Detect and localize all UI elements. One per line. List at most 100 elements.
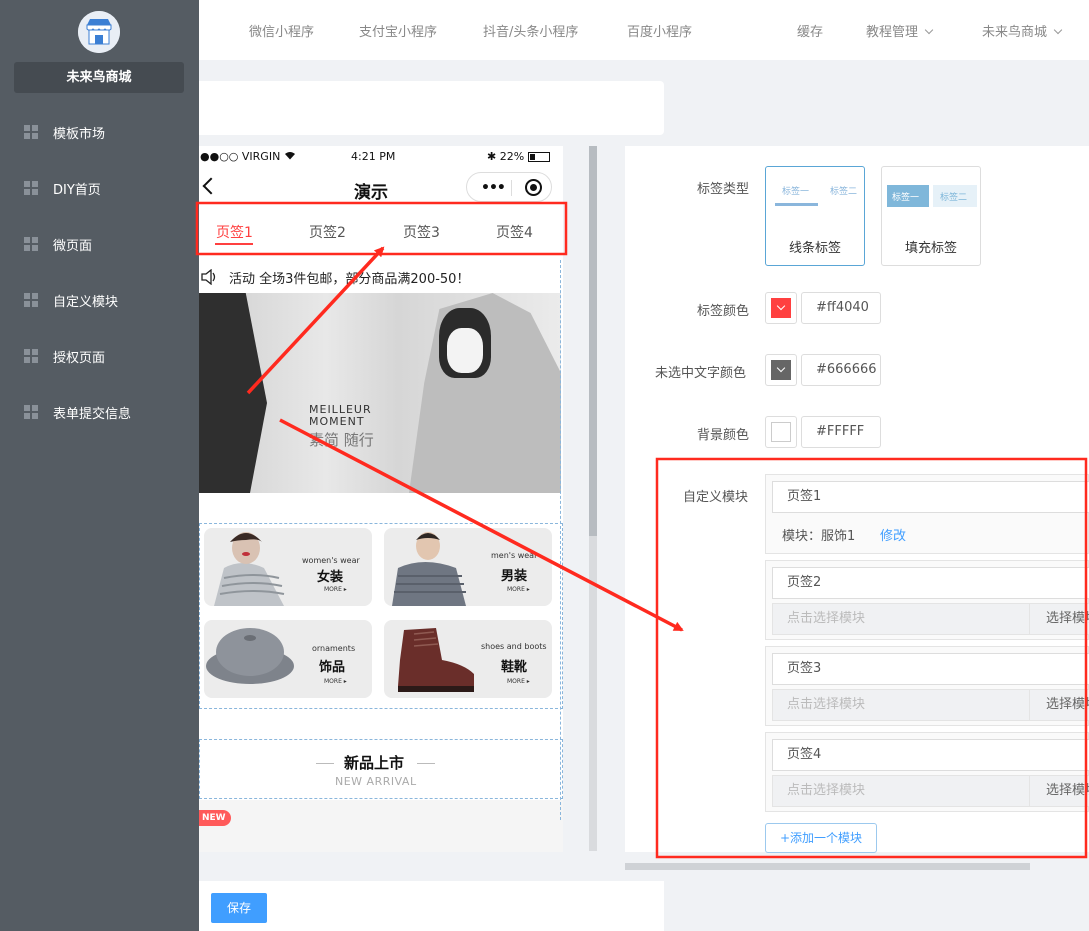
phone-tab-1[interactable]: 页签1 bbox=[216, 222, 253, 242]
grid-icon bbox=[24, 237, 38, 251]
sidebar-item-auth-page[interactable]: 授权页面 bbox=[0, 336, 199, 376]
bg-color-input[interactable]: #FFFFF bbox=[801, 416, 881, 448]
sidebar-item-label: 授权页面 bbox=[53, 350, 106, 366]
new-arrival-en: NEW ARRIVAL bbox=[335, 775, 417, 788]
category-more: MORE ▸ bbox=[324, 678, 347, 685]
module-select-input[interactable]: 点击选择模块 bbox=[772, 689, 1030, 721]
category-cn: 饰品 bbox=[319, 660, 346, 675]
nav-wechat-miniprogram[interactable]: 微信小程序 bbox=[249, 21, 314, 40]
mini-tab-2: 标签二 bbox=[830, 187, 858, 197]
grid-icon bbox=[24, 125, 38, 139]
sidebar: 未来鸟商城 模板市场 DIY首页 微页面 自定义模块 授权页面 表单提交信息 bbox=[0, 0, 199, 931]
category-womens-wear[interactable]: women's wear 女装 MORE ▸ bbox=[200, 524, 376, 610]
more-dots-icon[interactable]: ••• bbox=[481, 180, 506, 196]
shoes-image bbox=[398, 628, 474, 692]
add-module-button[interactable]: +添加一个模块 bbox=[765, 823, 877, 853]
sidebar-item-template-market[interactable]: 模板市场 bbox=[0, 112, 199, 152]
category-grid: women's wear 女装 MORE ▸ men's wear 男装 MOR… bbox=[199, 523, 563, 709]
category-cn: 鞋靴 bbox=[501, 660, 528, 675]
status-carrier: ●●○○ VIRGIN bbox=[200, 150, 296, 163]
tab-active-underline bbox=[215, 243, 253, 245]
unselected-color-input[interactable]: #666666 bbox=[801, 354, 881, 386]
tag-type-line[interactable]: 标签一 标签二 线条标签 bbox=[765, 166, 865, 266]
tag-color-picker[interactable] bbox=[765, 292, 797, 324]
nav-baidu-miniprogram[interactable]: 百度小程序 bbox=[627, 21, 692, 40]
shop-logo-icon bbox=[78, 11, 120, 53]
status-time: 4:21 PM bbox=[351, 150, 396, 163]
scrollbar-thumb[interactable] bbox=[589, 146, 597, 536]
module-select-button[interactable]: 选择模块 bbox=[1029, 775, 1089, 807]
phone-tab-2[interactable]: 页签2 bbox=[309, 222, 346, 242]
settings-panel: 标签类型 标签一 标签二 线条标签 标签一 标签二 填充标签 标签颜色 #ff4… bbox=[625, 146, 1089, 853]
carrier-text: ●●○○ VIRGIN bbox=[200, 150, 281, 163]
grid-icon bbox=[24, 405, 38, 419]
module-tab-name-input[interactable]: 页签2 bbox=[772, 567, 1089, 599]
category-more: MORE ▸ bbox=[324, 586, 347, 593]
phone-tab-4[interactable]: 页签4 bbox=[496, 222, 533, 242]
module-select-input[interactable]: 点击选择模块 bbox=[772, 603, 1030, 635]
sidebar-item-label: 自定义模块 bbox=[53, 294, 119, 310]
module-edit-link[interactable]: 修改 bbox=[880, 525, 906, 544]
save-button[interactable]: 保存 bbox=[211, 893, 267, 923]
battery-percent: 22% bbox=[499, 150, 525, 163]
panel-horizontal-scrollbar[interactable] bbox=[625, 863, 1030, 870]
nav-store-label: 未来鸟商城 bbox=[982, 25, 1048, 40]
banner-text-cn: 素简 随行 bbox=[309, 431, 374, 449]
module-item-3: 页签3 点击选择模块 选择模块 bbox=[765, 646, 1089, 726]
nav-tutorial-label: 教程管理 bbox=[866, 25, 919, 40]
chevron-down-icon bbox=[1053, 25, 1063, 35]
nav-cache[interactable]: 缓存 bbox=[797, 21, 823, 40]
module-tab-name-input[interactable]: 页签3 bbox=[772, 653, 1089, 685]
module-select-input[interactable]: 点击选择模块 bbox=[772, 775, 1030, 807]
nav-alipay-miniprogram[interactable]: 支付宝小程序 bbox=[359, 21, 437, 40]
miniprogram-capsule[interactable]: ••• bbox=[466, 172, 552, 202]
nav-tutorial-menu[interactable]: 教程管理 bbox=[866, 21, 934, 40]
new-arrival-title[interactable]: 新品上市 NEW ARRIVAL bbox=[199, 739, 563, 799]
module-assigned: 模块：服饰1 bbox=[782, 525, 855, 544]
tag-color-input[interactable]: #ff4040 bbox=[801, 292, 881, 324]
top-nav: 微信小程序 支付宝小程序 抖音/头条小程序 百度小程序 缓存 教程管理 未来鸟商… bbox=[199, 0, 1089, 60]
category-ornaments[interactable]: ornaments 饰品 MORE ▸ bbox=[200, 616, 376, 702]
sidebar-item-diy-home[interactable]: DIY首页 bbox=[0, 168, 199, 208]
category-en: shoes and boots bbox=[481, 642, 547, 651]
category-shoes-boots[interactable]: shoes and boots 鞋靴 MORE ▸ bbox=[380, 616, 556, 702]
mini-underline bbox=[775, 203, 818, 206]
tag-type-caption: 线条标签 bbox=[788, 241, 841, 256]
nav-store-menu[interactable]: 未来鸟商城 bbox=[982, 21, 1063, 40]
tag-type-fill[interactable]: 标签一 标签二 填充标签 bbox=[881, 166, 981, 266]
status-battery: ✱ 22% bbox=[487, 150, 550, 163]
grid-icon bbox=[24, 181, 38, 195]
banner-image[interactable]: MEILLEUR MOMENT 素简 随行 bbox=[199, 293, 561, 493]
module-select-button[interactable]: 选择模块 bbox=[1029, 689, 1089, 721]
mini-tab-1: 标签一 bbox=[892, 193, 920, 203]
back-arrow-icon[interactable] bbox=[202, 177, 220, 195]
sidebar-item-label: DIY首页 bbox=[53, 182, 101, 198]
category-en: ornaments bbox=[312, 644, 356, 653]
sidebar-item-label: 模板市场 bbox=[53, 126, 106, 142]
new-badge: NEW bbox=[199, 810, 231, 826]
shop-name[interactable]: 未来鸟商城 bbox=[14, 62, 184, 93]
banner-text-en: MEILLEUR MOMENT bbox=[309, 403, 372, 428]
sidebar-item-label: 表单提交信息 bbox=[53, 406, 132, 422]
module-tab-name-input[interactable]: 页签1 bbox=[772, 481, 1089, 513]
module-prefix: 模块： bbox=[782, 529, 822, 544]
module-tab-name-input[interactable]: 页签4 bbox=[772, 739, 1089, 771]
banner-face bbox=[447, 328, 483, 373]
bg-color-picker[interactable] bbox=[765, 416, 797, 448]
category-mens-wear[interactable]: men's wear 男装 MORE ▸ bbox=[380, 524, 556, 610]
sidebar-item-micro-page[interactable]: 微页面 bbox=[0, 224, 199, 264]
guide-dash bbox=[560, 260, 561, 820]
sidebar-item-form-submissions[interactable]: 表单提交信息 bbox=[0, 392, 199, 432]
close-circle-icon[interactable] bbox=[525, 179, 542, 196]
phone-tab-3[interactable]: 页签3 bbox=[403, 222, 440, 242]
tag-type-caption: 填充标签 bbox=[904, 241, 957, 256]
ornaments-image bbox=[206, 628, 294, 684]
phone-scrollbar[interactable] bbox=[589, 146, 597, 851]
sidebar-item-custom-module[interactable]: 自定义模块 bbox=[0, 280, 199, 320]
unselected-color-label: 未选中文字颜色 bbox=[655, 366, 747, 381]
module-select-button[interactable]: 选择模块 bbox=[1029, 603, 1089, 635]
divider bbox=[417, 763, 435, 764]
unselected-color-picker[interactable] bbox=[765, 354, 797, 386]
save-bar: 保存 bbox=[199, 881, 664, 931]
nav-douyin-miniprogram[interactable]: 抖音/头条小程序 bbox=[483, 21, 578, 40]
